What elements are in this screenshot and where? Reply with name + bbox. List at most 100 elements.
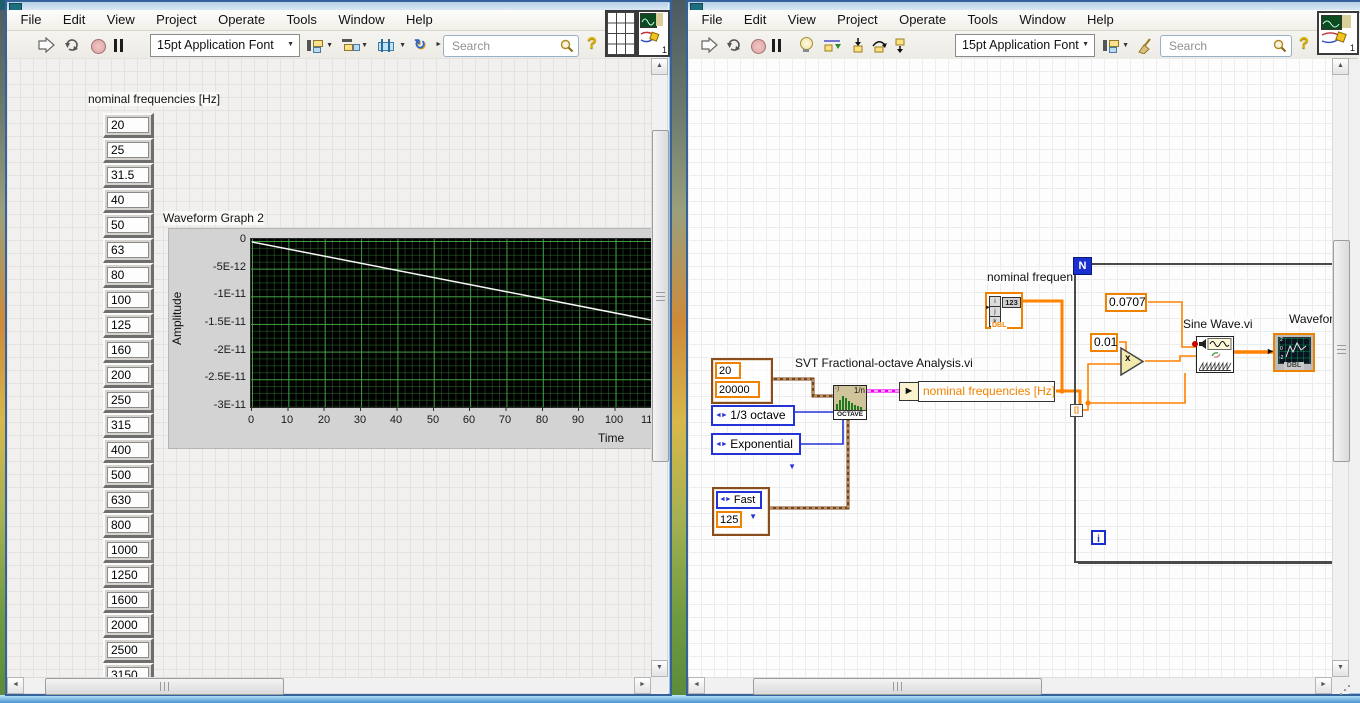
fp-vscroll-up[interactable]: ▲ bbox=[651, 58, 668, 75]
array-element[interactable]: 100 bbox=[103, 288, 154, 313]
wire-averaging[interactable] bbox=[801, 419, 844, 445]
waveform-terminal-node[interactable]: 2 0 -2 DBL bbox=[1273, 333, 1315, 372]
front-panel-canvas[interactable]: nominal frequencies [Hz] 20 25 31.5 40 5… bbox=[7, 58, 651, 677]
array-element[interactable]: 40 bbox=[103, 188, 154, 213]
bd-hscroll-thumb[interactable] bbox=[753, 678, 1042, 695]
octave-type-enum[interactable]: ◄► 1/3 octave ▼ bbox=[711, 405, 795, 441]
weighting-cluster[interactable]: ◄► Fast ▼ 125 bbox=[712, 487, 770, 536]
array-element[interactable]: 315 bbox=[103, 413, 154, 438]
bd-hscroll-right[interactable]: ► bbox=[1315, 677, 1332, 694]
freq-low-constant[interactable]: 20 bbox=[715, 362, 741, 379]
step-out-button[interactable] bbox=[892, 37, 908, 53]
array-element[interactable]: 25 bbox=[103, 138, 154, 163]
step-into-button[interactable] bbox=[850, 37, 866, 53]
graph-plot-area[interactable] bbox=[250, 238, 651, 408]
auto-index-tunnel[interactable]: [] bbox=[1070, 404, 1083, 417]
search-input[interactable] bbox=[1167, 38, 1261, 54]
bd-vscroll-up[interactable]: ▲ bbox=[1332, 58, 1349, 75]
highlight-execution-button[interactable] bbox=[799, 36, 813, 54]
averaging-enum[interactable]: ◄► Exponential ▼ bbox=[711, 433, 801, 471]
array-element[interactable]: 20 bbox=[103, 113, 154, 138]
bd-vscroll-down[interactable]: ▼ bbox=[1332, 660, 1349, 677]
fp-vscroll-down[interactable]: ▼ bbox=[651, 660, 668, 677]
menu-window[interactable]: Window bbox=[330, 10, 393, 30]
menu-view[interactable]: View bbox=[98, 10, 143, 30]
fp-hscroll-thumb[interactable] bbox=[45, 678, 284, 695]
run-continuously-button[interactable] bbox=[63, 36, 81, 54]
menu-file[interactable]: File bbox=[693, 10, 731, 30]
menu-file[interactable]: File bbox=[12, 10, 50, 30]
run-button[interactable] bbox=[38, 37, 56, 53]
array-element[interactable]: 80 bbox=[103, 263, 154, 288]
fp-vscroll-thumb[interactable] bbox=[652, 130, 669, 462]
array-element[interactable]: 63 bbox=[103, 238, 154, 263]
abort-button[interactable] bbox=[91, 39, 106, 54]
wire-cluster-freq[interactable] bbox=[771, 377, 833, 398]
vi-icon[interactable]: 1 bbox=[1317, 11, 1359, 55]
retain-wire-values-button[interactable] bbox=[822, 37, 844, 53]
array-element[interactable]: 31.5 bbox=[103, 163, 154, 188]
array-terminal-node[interactable]: i j k ► 123 DBL bbox=[985, 292, 1023, 329]
vi-icon[interactable]: 1 bbox=[637, 10, 670, 57]
clean-up-diagram-button[interactable] bbox=[1137, 36, 1155, 54]
align-objects-button[interactable]: ▼ bbox=[306, 38, 333, 54]
sine-wave-vi-node[interactable] bbox=[1196, 336, 1234, 373]
block-diagram-canvas[interactable]: N i [] 20 20000 SVT Fractional-octave An… bbox=[688, 58, 1332, 677]
array-element[interactable]: 400 bbox=[103, 438, 154, 463]
menu-tools[interactable]: Tools bbox=[278, 10, 325, 30]
step-over-button[interactable] bbox=[870, 37, 888, 53]
array-element[interactable]: 160 bbox=[103, 338, 154, 363]
freq-high-constant[interactable]: 20000 bbox=[715, 381, 760, 398]
fp-hscroll-right[interactable]: ► bbox=[634, 677, 651, 694]
font-selector[interactable]: 15pt Application Font ▼ bbox=[150, 34, 300, 57]
align-objects-button[interactable]: ▼ bbox=[1102, 38, 1129, 54]
menu-tools[interactable]: Tools bbox=[959, 10, 1006, 30]
array-element[interactable]: 500 bbox=[103, 463, 154, 488]
array-element[interactable]: 630 bbox=[103, 488, 154, 513]
array-element[interactable]: 200 bbox=[103, 363, 154, 388]
search-input[interactable] bbox=[450, 38, 549, 54]
menu-edit[interactable]: Edit bbox=[735, 10, 774, 30]
amplitude-constant[interactable]: 0.0707 bbox=[1105, 293, 1147, 312]
pause-button[interactable] bbox=[771, 39, 783, 52]
svt-octave-vi-node[interactable]: ◦) 1/n OCTAVE bbox=[833, 385, 867, 420]
array-element[interactable]: 50 bbox=[103, 213, 154, 238]
connector-pane-icon[interactable] bbox=[605, 10, 637, 57]
freq-indicator-label[interactable]: nominal frequencies [Hz] bbox=[918, 381, 1055, 402]
menu-view[interactable]: View bbox=[779, 10, 824, 30]
array-element[interactable]: 1600 bbox=[103, 588, 154, 613]
freq-indicator-terminal[interactable]: ► bbox=[899, 382, 919, 401]
distribute-objects-button[interactable]: ▼ bbox=[341, 38, 368, 54]
search-box[interactable] bbox=[443, 35, 579, 57]
time-weighting-enum[interactable]: ◄► Fast ▼ bbox=[716, 491, 762, 521]
array-element[interactable]: 125 bbox=[103, 313, 154, 338]
context-help-button[interactable]: ? bbox=[1299, 35, 1309, 53]
array-element[interactable]: 800 bbox=[103, 513, 154, 538]
menu-window[interactable]: Window bbox=[1011, 10, 1074, 30]
loop-iteration-terminal[interactable]: i bbox=[1091, 530, 1106, 545]
array-element[interactable]: 250 bbox=[103, 388, 154, 413]
frequency-range-cluster[interactable]: 20 20000 bbox=[711, 358, 773, 404]
array-element[interactable]: 1250 bbox=[103, 563, 154, 588]
menu-project[interactable]: Project bbox=[148, 10, 205, 30]
menu-operate[interactable]: Operate bbox=[210, 10, 274, 30]
menu-edit[interactable]: Edit bbox=[54, 10, 93, 30]
reorder-objects-button[interactable]: ↻ ► bbox=[413, 36, 443, 54]
fp-hscroll-left[interactable]: ◄ bbox=[7, 677, 24, 694]
menu-help[interactable]: Help bbox=[1079, 10, 1123, 30]
array-element[interactable]: 1000 bbox=[103, 538, 154, 563]
array-element[interactable]: 2000 bbox=[103, 613, 154, 638]
bd-vscroll-thumb[interactable] bbox=[1333, 240, 1350, 462]
bd-resize-grip[interactable] bbox=[1332, 677, 1349, 694]
array-element[interactable]: 2500 bbox=[103, 638, 154, 663]
loop-count-terminal[interactable]: N bbox=[1073, 257, 1092, 275]
font-selector[interactable]: 15pt Application Font ▼ bbox=[955, 34, 1095, 57]
pause-button[interactable] bbox=[113, 39, 125, 52]
run-button[interactable] bbox=[701, 37, 719, 53]
abort-button[interactable] bbox=[751, 39, 766, 54]
menu-help[interactable]: Help bbox=[398, 10, 442, 30]
resize-objects-button[interactable]: ▼ bbox=[377, 38, 406, 54]
value-125-constant[interactable]: 125 bbox=[716, 511, 742, 528]
bd-hscroll-left[interactable]: ◄ bbox=[688, 677, 705, 694]
menu-operate[interactable]: Operate bbox=[891, 10, 955, 30]
